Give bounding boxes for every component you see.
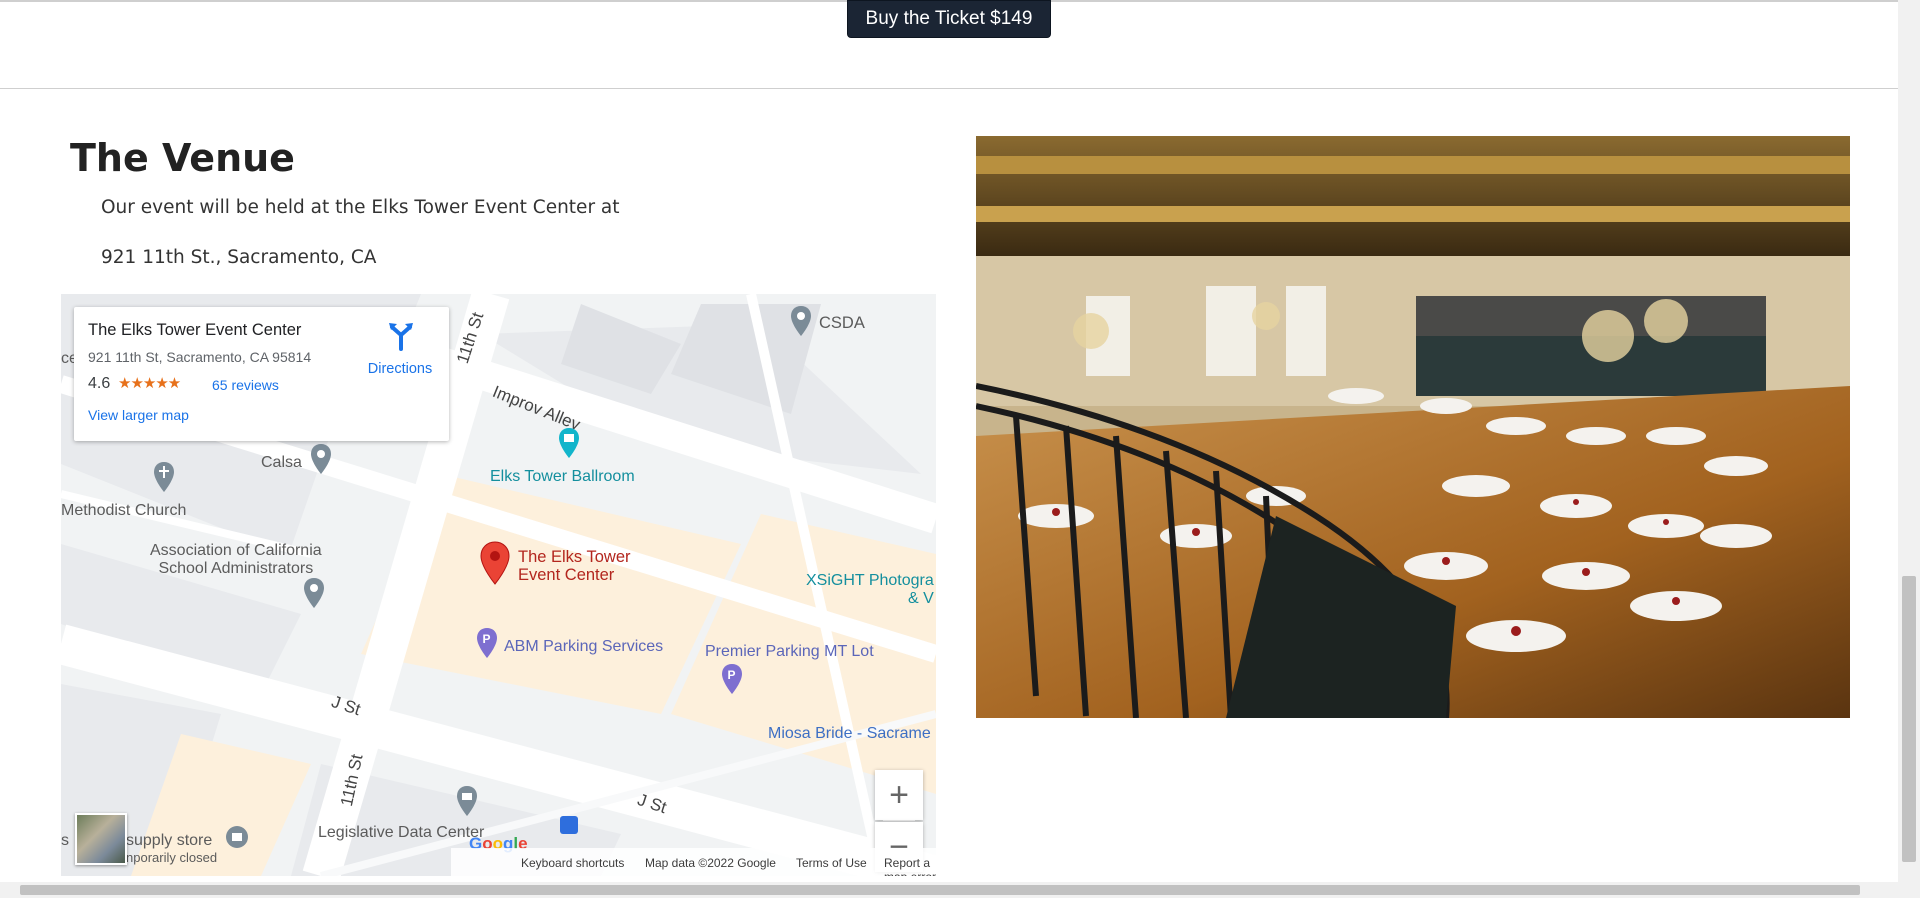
place-address: 921 11th St, Sacramento, CA 95814 xyxy=(88,349,312,365)
venue-address: 921 11th St., Sacramento, CA xyxy=(101,247,377,268)
place-info-card: The Elks Tower Event Center 921 11th St,… xyxy=(74,307,449,441)
venue-photo xyxy=(976,136,1850,718)
map-label-temporarily-closed: nporarily closed xyxy=(126,850,218,865)
rating-stars: ★★★★★ xyxy=(118,375,181,392)
directions-icon xyxy=(389,323,413,351)
map-label-csda[interactable]: CSDA xyxy=(819,314,865,333)
place-rating: 4.6 xyxy=(88,375,111,392)
horizontal-scroll-thumb[interactable] xyxy=(20,885,1860,895)
directions-button[interactable]: Directions xyxy=(360,317,440,377)
venue-description: Our event will be held at the Elks Tower… xyxy=(101,197,620,218)
map-label-acsa[interactable]: Association of California School Adminis… xyxy=(150,542,322,578)
vertical-scrollbar[interactable] xyxy=(1898,0,1920,898)
bus-icon[interactable] xyxy=(560,816,578,834)
map-label-elks-event-center[interactable]: The Elks Tower Event Center xyxy=(518,548,631,584)
map-pin-icon[interactable] xyxy=(789,304,813,338)
view-larger-map-link[interactable]: View larger map xyxy=(88,407,189,423)
map-label-premier-parking[interactable]: Premier Parking MT Lot xyxy=(705,643,874,661)
report-map-error-link[interactable]: Report a map error xyxy=(884,856,936,876)
map-label-xsight[interactable]: XSiGHT Photogra & V xyxy=(806,572,934,608)
map-label-abm-parking[interactable]: ABM Parking Services xyxy=(504,638,663,656)
church-icon[interactable] xyxy=(151,460,177,496)
venue-heading: The Venue xyxy=(70,136,295,180)
map-label-legislative[interactable]: Legislative Data Center xyxy=(318,824,484,842)
parking-icon[interactable]: P xyxy=(719,662,745,698)
map-pin-icon[interactable] xyxy=(309,442,333,476)
map-label-methodist-church[interactable]: Methodist Church xyxy=(61,502,186,520)
map-label-calsa[interactable]: Calsa xyxy=(261,454,302,472)
map-label-supply-store[interactable]: supply store xyxy=(126,832,212,850)
horizontal-scrollbar[interactable] xyxy=(0,882,1898,898)
ballroom-image xyxy=(976,136,1850,718)
government-icon[interactable] xyxy=(454,784,480,820)
map-data-label: Map data ©2022 Google xyxy=(645,856,776,870)
satellite-toggle[interactable] xyxy=(75,813,127,865)
svg-text:P: P xyxy=(483,632,491,646)
location-marker-icon[interactable] xyxy=(479,540,511,586)
keyboard-shortcuts-link[interactable]: Keyboard shortcuts xyxy=(521,856,624,870)
google-map[interactable]: CSDA Improv Alley Calsa Methodist Church… xyxy=(61,294,936,876)
map-label-miosa-bride[interactable]: Miosa Bride - Sacrame xyxy=(768,725,931,743)
map-pin-icon[interactable] xyxy=(301,576,327,612)
directions-label: Directions xyxy=(367,361,433,377)
svg-text:P: P xyxy=(728,668,736,682)
zoom-in-button[interactable]: + xyxy=(875,770,923,820)
terms-of-use-link[interactable]: Terms of Use xyxy=(796,856,867,870)
store-icon[interactable] xyxy=(224,824,250,854)
ticket-icon[interactable] xyxy=(556,426,582,462)
reviews-link[interactable]: 65 reviews xyxy=(212,377,279,393)
map-attribution-bar: Keyboard shortcuts Map data ©2022 Google… xyxy=(451,848,936,876)
place-title: The Elks Tower Event Center xyxy=(88,321,302,339)
section-divider xyxy=(0,88,1898,89)
map-label-edge-s: s xyxy=(61,832,69,849)
buy-ticket-button[interactable]: Buy the Ticket $149 xyxy=(847,0,1051,38)
parking-icon[interactable]: P xyxy=(474,626,500,662)
map-label-elks-ballroom[interactable]: Elks Tower Ballroom xyxy=(490,468,635,486)
zoom-separator xyxy=(883,820,915,821)
vertical-scroll-thumb[interactable] xyxy=(1902,576,1916,862)
